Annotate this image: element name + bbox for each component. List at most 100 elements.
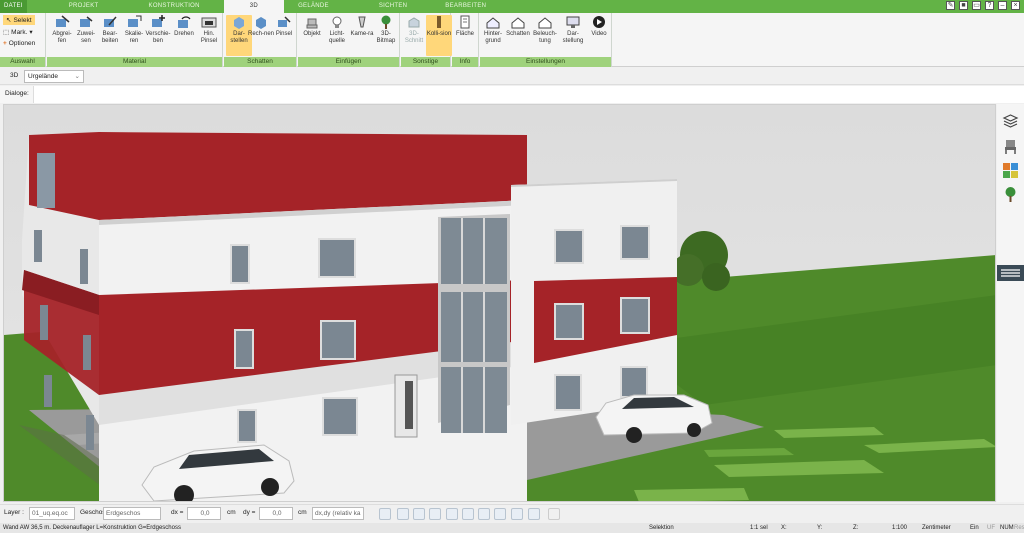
- insert-light-button[interactable]: Licht-quelle: [324, 15, 350, 45]
- snap-edge-icon[interactable]: [494, 508, 506, 520]
- ribbon-tab-bar: DATEI PROJEKT KONSTRUKTION 3D GELÄNDE SI…: [0, 0, 1024, 13]
- tab-3d[interactable]: 3D: [223, 0, 285, 13]
- snap-angle-icon[interactable]: [446, 508, 458, 520]
- tab-konstruktion[interactable]: KONSTRUKTION: [145, 0, 204, 13]
- 3d-viewport[interactable]: [3, 104, 996, 502]
- pen-icon[interactable]: ✎: [946, 1, 955, 10]
- dy-input[interactable]: 0,0: [259, 507, 293, 520]
- snap-surface-icon[interactable]: [478, 508, 490, 520]
- video-button[interactable]: Video: [586, 15, 612, 38]
- dialog-area: [33, 86, 1024, 103]
- layer-value: 01_uq.eq.oc: [32, 510, 68, 517]
- lighting-button[interactable]: Beleuch-tung: [532, 15, 558, 45]
- dy-value: 0,0: [272, 510, 282, 517]
- shadow-settings-label: Schatten: [506, 31, 530, 37]
- group-label-einstellungen: Einstellungen: [480, 57, 611, 67]
- status-unit: Zentimeter: [922, 525, 951, 531]
- dropdown-arrow-icon: ▾: [29, 29, 33, 36]
- group-schatten: Dar-stellen Rech-nen Pinsel Schatten: [224, 13, 297, 67]
- materials-icon[interactable]: [1002, 162, 1019, 179]
- clock-icon[interactable]: [379, 508, 391, 520]
- shadow-brush-button[interactable]: Pinsel: [271, 15, 297, 38]
- window-icon[interactable]: ▭: [972, 1, 981, 10]
- view-mode-label: 3D: [10, 72, 19, 79]
- snap-grid-icon[interactable]: [397, 508, 409, 520]
- shadow-brush-label: Pinsel: [275, 31, 293, 37]
- right-side-panel: [997, 104, 1024, 502]
- mark-button[interactable]: ⬚ Mark. ▾: [3, 28, 33, 37]
- background-button[interactable]: Hinter-grund: [480, 15, 506, 45]
- floor-dropdown[interactable]: Erdgeschos: [103, 507, 161, 520]
- status-x: X:: [781, 525, 787, 531]
- coordinate-mode-dropdown[interactable]: dx,dy (relativ ka: [312, 507, 364, 520]
- terrain-dropdown[interactable]: Urgelände ⌄: [24, 70, 84, 83]
- terrain-value: Urgelände: [28, 73, 58, 80]
- select-button[interactable]: ↖ Selekt: [3, 15, 35, 25]
- status-bar: Wand AW 36,5 m. Deckenauflager L=Konstru…: [0, 523, 1024, 533]
- group-info: Fläche Info: [452, 13, 479, 67]
- material-pick-button[interactable]: Abgrei-fen: [49, 15, 75, 45]
- snap-point-icon[interactable]: [413, 508, 425, 520]
- dx-input[interactable]: 0,0: [187, 507, 221, 520]
- group-label-einfuegen: Einfügen: [298, 57, 399, 67]
- material-brush-button[interactable]: Hin. Pinsel: [196, 15, 222, 45]
- close-icon[interactable]: ×: [1011, 1, 1020, 10]
- section-3d-button[interactable]: 3D-Schnitt: [401, 15, 427, 45]
- panel-toggle-button[interactable]: [997, 265, 1024, 281]
- material-move-label: Verschie-ben: [145, 31, 171, 44]
- snap-middle-icon[interactable]: [462, 508, 474, 520]
- tree-icon[interactable]: [1002, 186, 1019, 203]
- layer-dropdown[interactable]: 01_uq.eq.oc: [29, 507, 75, 520]
- options-label: Optionen: [8, 40, 36, 47]
- group-einfuegen: Objekt Licht-quelle Kame-ra 3D-Bitmap Ei…: [298, 13, 400, 67]
- area-button[interactable]: Fläche: [452, 15, 478, 38]
- layers-icon[interactable]: [1002, 112, 1019, 129]
- insert-camera-button[interactable]: Kame-ra: [349, 15, 375, 38]
- video-label: Video: [591, 31, 607, 37]
- material-assign-label: Zuwei-sen: [76, 31, 95, 44]
- 3d-scene: [4, 105, 995, 501]
- tab-bearbeiten[interactable]: BEARBEITEN: [441, 0, 490, 13]
- material-assign-button[interactable]: Zuwei-sen: [73, 15, 99, 45]
- material-rotate-button[interactable]: Drehen: [171, 15, 197, 38]
- status-on: Ein: [970, 525, 979, 531]
- collision-button[interactable]: Kolli-sion: [426, 15, 452, 56]
- insert-bitmap-button[interactable]: 3D-Bitmap: [373, 15, 399, 45]
- chair-icon[interactable]: [1002, 138, 1019, 155]
- minimize-icon[interactable]: –: [998, 1, 1007, 10]
- north-icon[interactable]: [528, 508, 540, 520]
- display-label: Dar-stellung: [562, 31, 584, 44]
- shadow-settings-button[interactable]: Schatten: [505, 15, 531, 38]
- shadow-show-label: Dar-stellen: [230, 31, 248, 44]
- mark-icon: ⬚: [3, 29, 10, 36]
- display-button[interactable]: Dar-stellung: [560, 15, 586, 45]
- options-button[interactable]: + Optionen: [3, 40, 35, 47]
- help-icon[interactable]: ?: [985, 1, 994, 10]
- save-icon[interactable]: ■: [959, 1, 968, 10]
- area-label: Fläche: [455, 31, 474, 37]
- material-edit-button[interactable]: Bear-beiten: [97, 15, 123, 45]
- material-move-button[interactable]: Verschie-ben: [145, 15, 171, 45]
- snap-line-icon[interactable]: [429, 508, 441, 520]
- tab-sichten[interactable]: SICHTEN: [375, 0, 411, 13]
- status-y: Y:: [817, 525, 823, 531]
- grid-icon[interactable]: [511, 508, 523, 520]
- tab-projekt[interactable]: PROJEKT: [65, 0, 103, 13]
- status-uf: UF: [987, 525, 995, 531]
- status-scale: 1:100: [892, 525, 908, 531]
- tab-gelaende[interactable]: GELÄNDE: [294, 0, 333, 13]
- section-3d-label: 3D-Schnitt: [404, 31, 424, 44]
- dy-label: dy =: [243, 509, 256, 516]
- select-label: Selekt: [13, 16, 32, 24]
- insert-object-button[interactable]: Objekt: [299, 15, 325, 38]
- material-scale-button[interactable]: Skalie-ren: [121, 15, 147, 45]
- pin-icon[interactable]: [548, 508, 560, 520]
- window-controls: ✎ ■ ▭ ? – ×: [946, 1, 1020, 10]
- tab-datei[interactable]: DATEI: [0, 0, 27, 13]
- dx-unit: cm: [227, 509, 236, 516]
- insert-bitmap-label: 3D-Bitmap: [376, 31, 396, 44]
- ribbon: ↖ Selekt ⬚ Mark. ▾ + Optionen Auswahl Abgrei…: [0, 13, 1024, 67]
- floor-value: Erdgeschos: [106, 510, 141, 517]
- lighting-label: Beleuch-tung: [533, 31, 557, 44]
- group-label-info: Info: [452, 57, 478, 67]
